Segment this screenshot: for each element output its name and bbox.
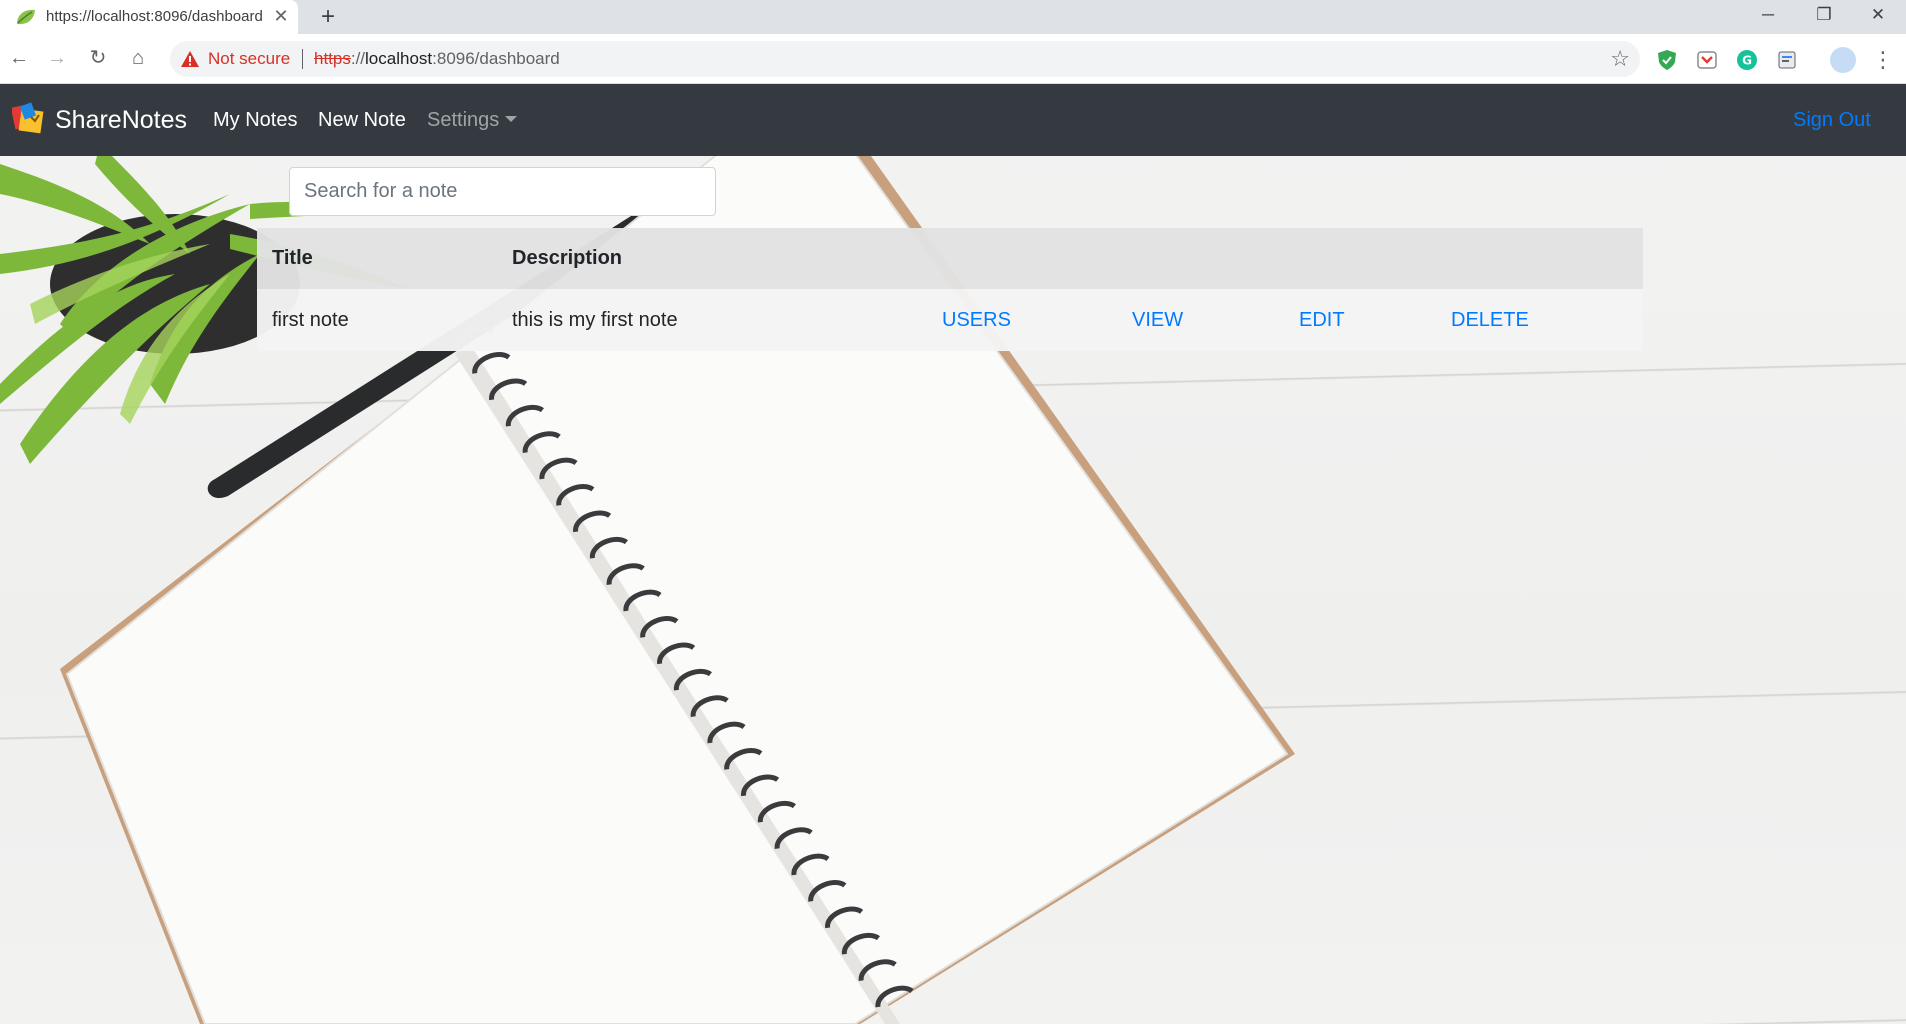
omnibox-divider — [302, 49, 303, 69]
restore-icon[interactable]: ❐ — [1796, 0, 1852, 30]
url-separator: :// — [350, 49, 366, 68]
profile-avatar-icon[interactable] — [1830, 47, 1856, 73]
nav-dropdown-settings[interactable]: Settings — [427, 109, 518, 132]
column-header-description: Description — [512, 247, 623, 269]
url-text[interactable]: https://localhost:8096/dashboard — [314, 49, 560, 69]
url-path: :8096/dashboard — [432, 49, 560, 68]
column-header-title: Title — [272, 247, 313, 269]
minimize-icon[interactable]: ─ — [1740, 0, 1796, 30]
users-link[interactable]: USERS — [942, 289, 1011, 351]
sharenotes-logo-icon[interactable] — [12, 102, 48, 136]
sign-out-link[interactable]: Sign Out — [1793, 109, 1871, 132]
notes-table: Title Description first note this is my … — [257, 228, 1643, 351]
app-viewport: ShareNotes My Notes New Note Settings Si… — [0, 84, 1906, 1024]
svg-text:G: G — [1742, 54, 1752, 68]
nav-link-my-notes[interactable]: My Notes — [213, 109, 297, 132]
leaf-favicon-icon — [17, 9, 35, 25]
browser-tab[interactable]: https://localhost:8096/dashboard ✕ — [0, 0, 298, 34]
bookmark-star-icon[interactable]: ☆ — [1610, 46, 1630, 72]
note-title: first note — [272, 308, 349, 331]
shield-extension-icon[interactable] — [1656, 49, 1678, 71]
url-scheme: https — [314, 49, 351, 68]
browser-tab-strip: https://localhost:8096/dashboard ✕ + ─ ❐… — [0, 0, 1906, 34]
settings-label: Settings — [427, 109, 500, 131]
warning-triangle-icon — [181, 51, 199, 67]
app-navbar: ShareNotes My Notes New Note Settings Si… — [0, 84, 1906, 156]
brand-name[interactable]: ShareNotes — [55, 106, 187, 135]
browser-menu-icon[interactable]: ⋮ — [1872, 46, 1894, 74]
table-header-row: Title Description — [257, 228, 1643, 289]
search-input[interactable] — [289, 167, 716, 216]
tab-title: https://localhost:8096/dashboard — [46, 8, 263, 25]
note-description: this is my first note — [512, 308, 678, 331]
new-tab-button[interactable]: + — [315, 3, 341, 31]
back-arrow-icon[interactable]: ← — [4, 43, 34, 73]
edit-link[interactable]: EDIT — [1299, 289, 1345, 351]
delete-link[interactable]: DELETE — [1451, 289, 1529, 351]
forward-arrow-icon[interactable]: → — [42, 43, 72, 73]
nav-link-new-note[interactable]: New Note — [318, 109, 406, 132]
pocket-extension-icon[interactable] — [1696, 49, 1718, 71]
notebook-background-image — [0, 84, 1295, 1024]
table-row: first note this is my first note USERS V… — [257, 289, 1643, 351]
address-bar[interactable]: Not secure https://localhost:8096/dashbo… — [170, 41, 1640, 77]
caret-down-icon — [505, 115, 518, 122]
reload-icon[interactable]: ↻ — [83, 43, 113, 73]
home-icon[interactable]: ⌂ — [123, 43, 153, 73]
browser-toolbar: ← → ↻ ⌂ Not secure https://localhost:809… — [0, 34, 1906, 84]
window-close-icon[interactable]: ✕ — [1850, 0, 1906, 30]
view-link[interactable]: VIEW — [1132, 289, 1183, 351]
translate-extension-icon[interactable] — [1776, 49, 1798, 71]
grammarly-extension-icon[interactable]: G — [1736, 49, 1758, 71]
url-host: localhost — [365, 49, 433, 68]
tab-close-icon[interactable]: ✕ — [271, 6, 291, 26]
not-secure-label[interactable]: Not secure — [208, 49, 290, 69]
